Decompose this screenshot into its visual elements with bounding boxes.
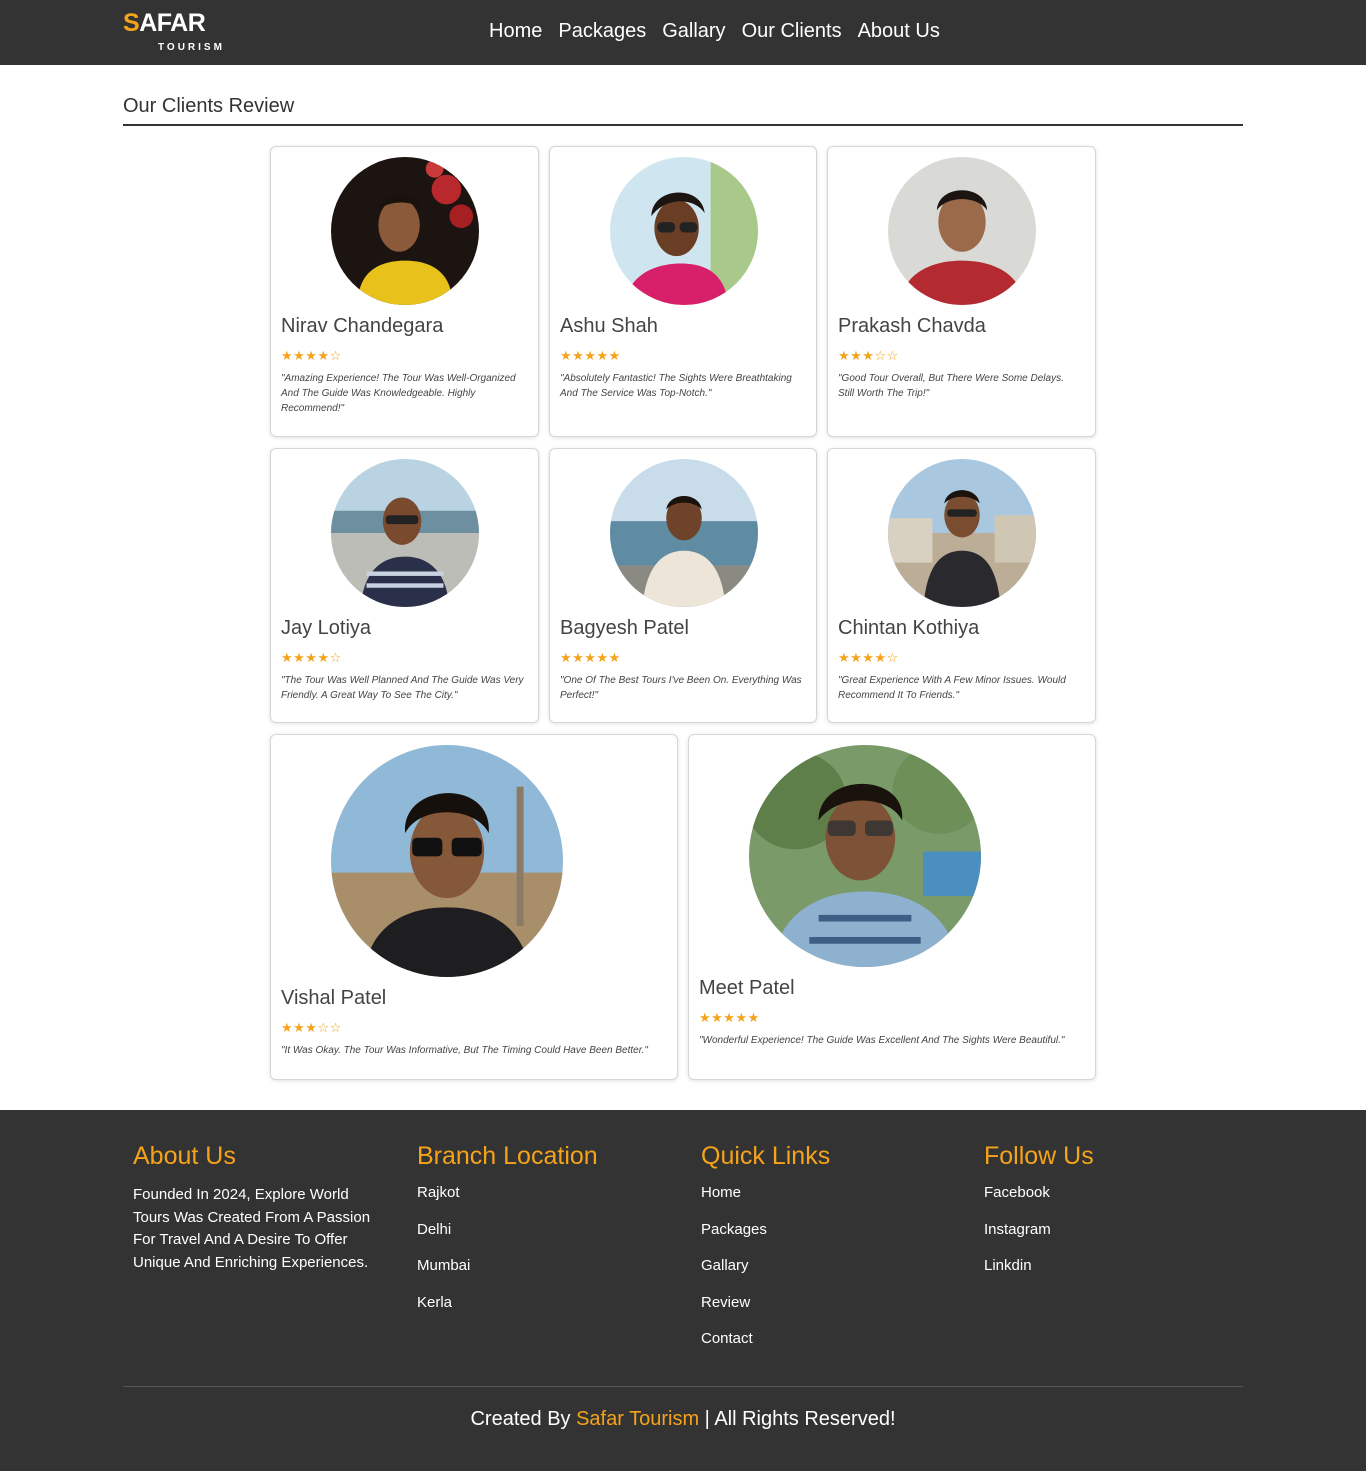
review-text: "Amazing Experience! The Tour Was Well-O… (281, 373, 516, 414)
client-avatar (331, 745, 563, 977)
section-heading: Our Clients Review (123, 93, 1243, 126)
client-name: Bagyesh Patel (560, 617, 689, 639)
client-name: Jay Lotiya (281, 617, 372, 639)
review-text: "The Tour Was Well Planned And The Guide… (281, 675, 524, 701)
review-text: "Good Tour Overall, But There Were Some … (838, 373, 1064, 399)
brand-tagline: TOURISM (158, 42, 225, 53)
footer-branches: Branch Location Rajkot Delhi Mumbai Kerl… (417, 1140, 667, 1330)
footer-divider (123, 1386, 1243, 1387)
review-card-chintan: Chintan Kothiya ★★★★☆ "Great Experience … (827, 448, 1096, 723)
footer-about: About Us Founded In 2024, Explore World … (133, 1140, 383, 1274)
quick-link-review[interactable]: Review (701, 1294, 951, 1312)
client-avatar (888, 157, 1036, 305)
review-text: "Great Experience With A Few Minor Issue… (838, 675, 1066, 701)
star-rating: ★★★★☆ (281, 650, 342, 665)
nav-gallary-link[interactable]: Gallary (654, 16, 733, 46)
client-name: Meet Patel (699, 977, 795, 999)
nav-our-clients-link[interactable]: Our Clients (734, 16, 850, 46)
nav-about-us-link[interactable]: About Us (850, 16, 948, 46)
social-link-facebook[interactable]: Facebook (984, 1184, 1234, 1202)
star-rating: ★★★★★ (699, 1010, 760, 1025)
branch-item[interactable]: Kerla (417, 1294, 667, 1312)
review-card-vishal: Vishal Patel ★★★☆☆ "It Was Okay. The Tou… (270, 734, 678, 1080)
review-card-bagyesh: Bagyesh Patel ★★★★★ "One Of The Best Tou… (549, 448, 817, 723)
quick-link-home[interactable]: Home (701, 1184, 951, 1202)
review-text: "It Was Okay. The Tour Was Informative, … (281, 1045, 648, 1056)
copyright-text: Created By Safar Tourism | All Rights Re… (470, 1408, 896, 1430)
review-text: "Wonderful Experience! The Guide Was Exc… (699, 1035, 1065, 1046)
footer-follow-title: Follow Us (984, 1142, 1094, 1170)
review-text: "One Of The Best Tours I've Been On. Eve… (560, 675, 802, 701)
review-card-meet: Meet Patel ★★★★★ "Wonderful Experience! … (688, 734, 1096, 1080)
quick-link-gallary[interactable]: Gallary (701, 1257, 951, 1275)
client-name: Prakash Chavda (838, 315, 986, 337)
review-card-nirav: Nirav Chandegara ★★★★☆ "Amazing Experien… (270, 146, 539, 437)
client-name: Chintan Kothiya (838, 617, 980, 639)
page-title: Our Clients Review (123, 95, 295, 117)
site-footer: About Us Founded In 2024, Explore World … (0, 1110, 1366, 1471)
footer-quick-links-title: Quick Links (701, 1142, 831, 1170)
footer-about-title: About Us (133, 1142, 236, 1170)
client-avatar (331, 157, 479, 305)
client-name: Ashu Shah (560, 315, 658, 337)
client-avatar (331, 459, 479, 607)
footer-about-text: Founded In 2024, Explore World Tours Was… (133, 1186, 371, 1271)
branch-item[interactable]: Rajkot (417, 1184, 667, 1202)
brand-logo[interactable]: SAFAR TOURISM (123, 8, 233, 56)
branch-item[interactable]: Mumbai (417, 1257, 667, 1275)
quick-link-contact[interactable]: Contact (701, 1330, 951, 1348)
star-rating: ★★★★☆ (281, 348, 342, 363)
footer-branches-title: Branch Location (417, 1142, 598, 1170)
star-rating: ★★★★★ (560, 348, 621, 363)
footer-quick-links: Quick Links Home Packages Gallary Review… (701, 1140, 951, 1367)
review-card-ashu: Ashu Shah ★★★★★ "Absolutely Fantastic! T… (549, 146, 817, 437)
client-name: Nirav Chandegara (281, 315, 444, 337)
brand-name: SAFAR (123, 9, 206, 37)
social-link-instagram[interactable]: Instagram (984, 1221, 1234, 1239)
client-avatar (610, 459, 758, 607)
nav-packages-link[interactable]: Packages (550, 16, 654, 46)
client-avatar (610, 157, 758, 305)
client-name: Vishal Patel (281, 987, 387, 1009)
copyright-brand-link[interactable]: Safar Tourism (576, 1408, 699, 1430)
client-avatar (888, 459, 1036, 607)
top-navbar: SAFAR TOURISM Home Packages Gallary Our … (0, 0, 1366, 65)
main-nav: Home Packages Gallary Our Clients About … (481, 16, 948, 46)
star-rating: ★★★★☆ (838, 650, 899, 665)
review-card-jay: Jay Lotiya ★★★★☆ "The Tour Was Well Plan… (270, 448, 539, 723)
star-rating: ★★★☆☆ (838, 348, 899, 363)
star-rating: ★★★☆☆ (281, 1020, 342, 1035)
nav-home-link[interactable]: Home (481, 16, 550, 46)
review-card-prakash: Prakash Chavda ★★★☆☆ "Good Tour Overall,… (827, 146, 1096, 437)
client-avatar (749, 745, 981, 967)
review-text: "Absolutely Fantastic! The Sights Were B… (560, 373, 792, 399)
quick-link-packages[interactable]: Packages (701, 1221, 951, 1239)
star-rating: ★★★★★ (560, 650, 621, 665)
branch-item[interactable]: Delhi (417, 1221, 667, 1239)
footer-follow: Follow Us Facebook Instagram Linkdin (984, 1140, 1234, 1294)
social-link-linkdin[interactable]: Linkdin (984, 1257, 1234, 1275)
